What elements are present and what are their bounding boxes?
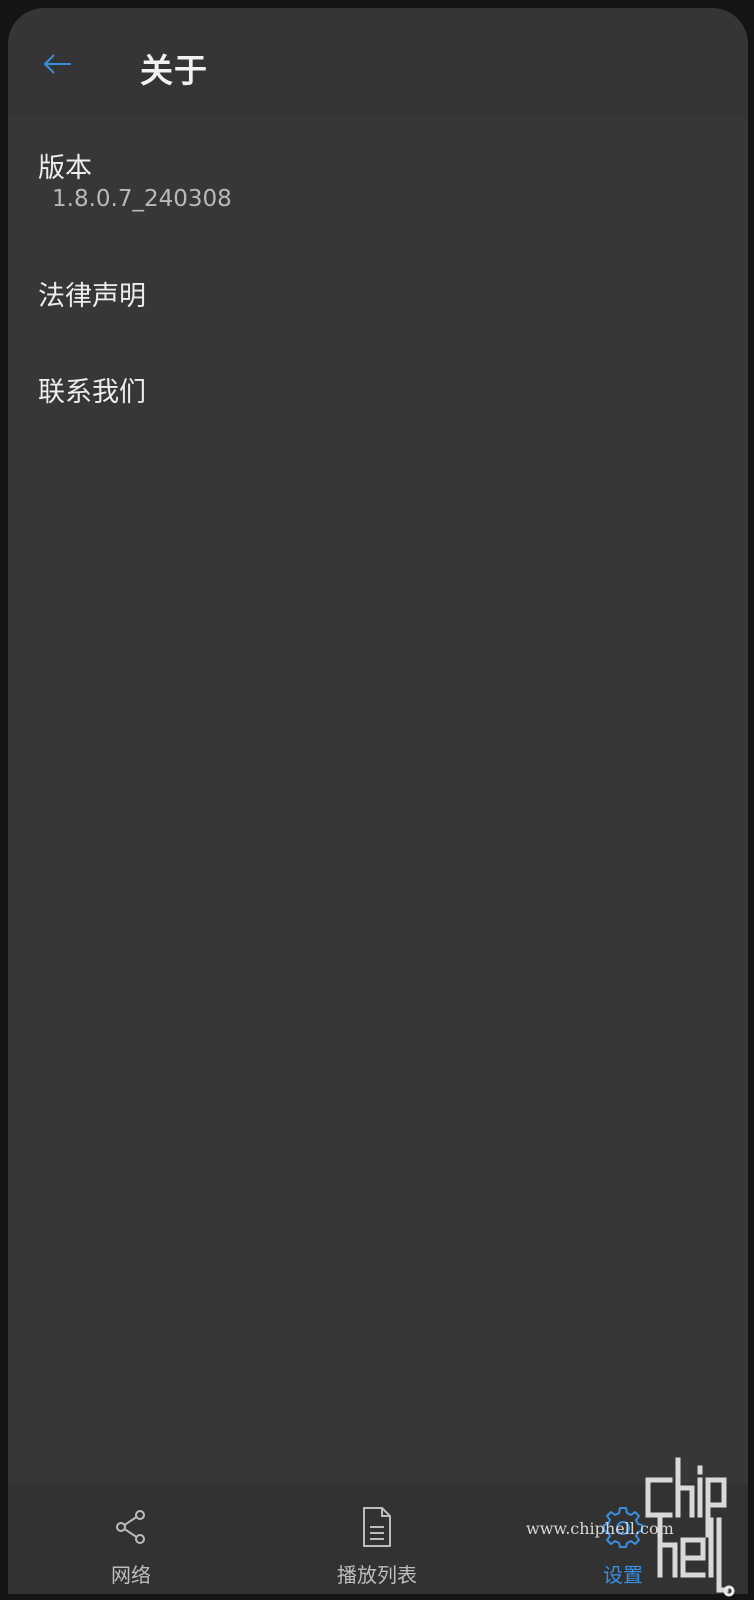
nav-playlist-label: 播放列表 (337, 1563, 417, 1587)
arrow-left-icon (43, 54, 71, 74)
watermark-text: www.chiphell.com (526, 1519, 674, 1538)
legal-notice-label: 法律声明 (38, 281, 146, 312)
app-window: 关于 版本 1.8.0.7_240308 法律声明 联系我们 网络 播放列表 设… (8, 8, 748, 1594)
contact-us-item[interactable]: 联系我们 (8, 352, 748, 422)
nav-settings-label: 设置 (603, 1563, 643, 1587)
document-icon (363, 1507, 391, 1547)
nav-playlist[interactable]: 播放列表 (254, 1483, 500, 1594)
back-button[interactable] (36, 42, 80, 86)
top-bar: 关于 (8, 8, 748, 116)
share-network-icon (116, 1510, 145, 1544)
version-value: 1.8.0.7_240308 (52, 186, 232, 212)
contact-us-label: 联系我们 (38, 377, 146, 408)
page-title: 关于 (140, 51, 208, 90)
nav-network-label: 网络 (111, 1563, 151, 1587)
legal-notice-item[interactable]: 法律声明 (8, 256, 748, 326)
version-label: 版本 (38, 153, 92, 184)
version-item[interactable]: 版本 1.8.0.7_240308 (8, 138, 748, 230)
nav-network[interactable]: 网络 (8, 1483, 254, 1594)
bottom-nav: 网络 播放列表 设置 (8, 1483, 748, 1594)
nav-settings[interactable]: 设置 (500, 1483, 746, 1594)
